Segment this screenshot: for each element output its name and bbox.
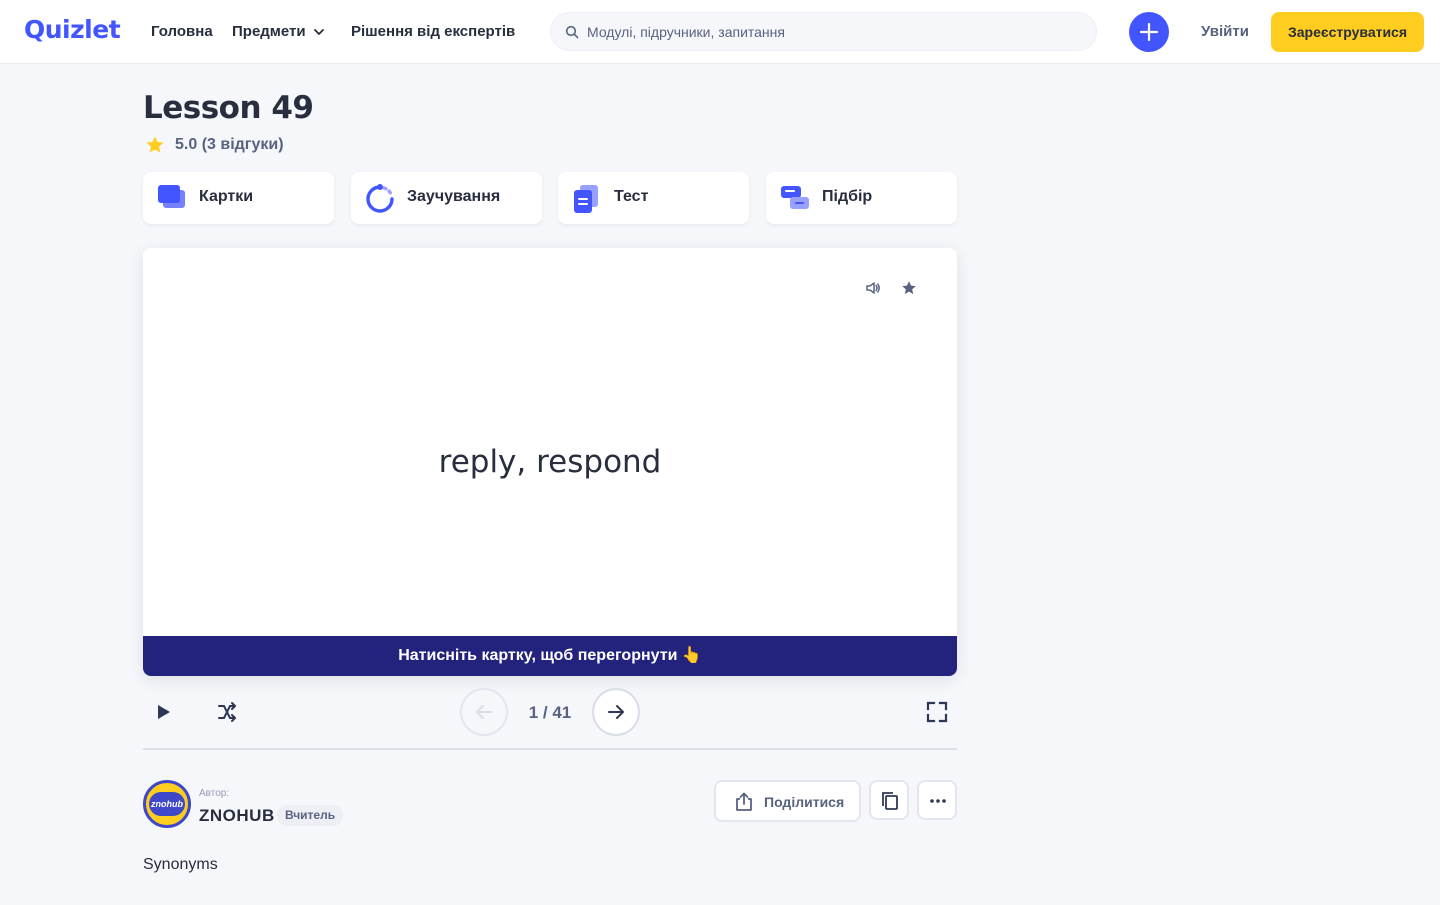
- divider: [143, 748, 957, 750]
- plus-icon: [1139, 22, 1159, 42]
- teacher-badge: Вчитель: [277, 805, 344, 826]
- author-name[interactable]: ZNOHUB: [199, 806, 275, 826]
- copy-icon: [882, 792, 898, 810]
- more-options-button[interactable]: [917, 780, 957, 820]
- chevron-down-icon[interactable]: [313, 26, 325, 38]
- mode-test[interactable]: Тест: [558, 172, 749, 224]
- mode-match[interactable]: Підбір: [766, 172, 957, 224]
- nav-expert-solutions[interactable]: Рішення від експертів: [351, 23, 515, 40]
- quizlet-logo[interactable]: Quizlet: [24, 15, 121, 44]
- next-card-button[interactable]: [592, 688, 640, 736]
- card-counter: 1 / 41: [528, 703, 572, 722]
- mode-label: Картки: [199, 188, 254, 205]
- play-icon[interactable]: [152, 701, 174, 723]
- mode-label: Тест: [614, 188, 649, 205]
- card-term: reply, respond: [438, 444, 662, 480]
- star-icon: [146, 136, 164, 153]
- top-header: Quizlet Головна Предмети Рішення від екс…: [0, 0, 1440, 64]
- create-button[interactable]: [1129, 12, 1169, 52]
- set-description: Synonyms: [143, 856, 218, 873]
- flip-hint: Натисніть картку, щоб перегорнути 👆: [143, 636, 957, 676]
- share-label: Поділитися: [764, 794, 845, 810]
- search-icon: [565, 25, 579, 39]
- search-bar[interactable]: [550, 12, 1097, 51]
- fullscreen-icon[interactable]: [926, 701, 948, 723]
- login-link[interactable]: Увійти: [1201, 23, 1249, 40]
- shuffle-icon[interactable]: [216, 701, 238, 723]
- mode-label: Заучування: [407, 188, 501, 205]
- arrow-right-icon: [608, 705, 624, 719]
- share-button[interactable]: Поділитися: [714, 780, 861, 822]
- avatar-logo-text: znohub: [149, 792, 185, 816]
- mode-flashcards[interactable]: Картки: [143, 172, 334, 224]
- nav-subjects[interactable]: Предмети: [232, 23, 306, 40]
- test-icon: [574, 185, 598, 213]
- avatar[interactable]: znohub: [143, 780, 191, 828]
- arrow-left-icon: [476, 705, 492, 719]
- star-icon[interactable]: [901, 280, 917, 296]
- copy-button[interactable]: [869, 780, 909, 820]
- flashcard[interactable]: reply, respond Натисніть картку, щоб пер…: [143, 248, 957, 676]
- mode-label: Підбір: [822, 188, 873, 205]
- more-icon: [930, 799, 946, 803]
- match-icon: [781, 186, 809, 209]
- share-icon: [736, 792, 752, 811]
- previous-card-button[interactable]: [460, 688, 508, 736]
- cards-icon: [158, 185, 185, 208]
- rating-text: 5.0 (3 відгуки): [175, 136, 284, 153]
- mode-learn[interactable]: Заучування: [351, 172, 542, 224]
- nav-home[interactable]: Головна: [151, 23, 213, 40]
- learn-icon: [366, 184, 394, 213]
- audio-icon[interactable]: [865, 280, 881, 296]
- signup-button[interactable]: Зареєструватися: [1271, 12, 1424, 52]
- search-input[interactable]: [587, 13, 1087, 50]
- author-label: Автор:: [199, 788, 230, 799]
- page-title: Lesson 49: [143, 90, 314, 126]
